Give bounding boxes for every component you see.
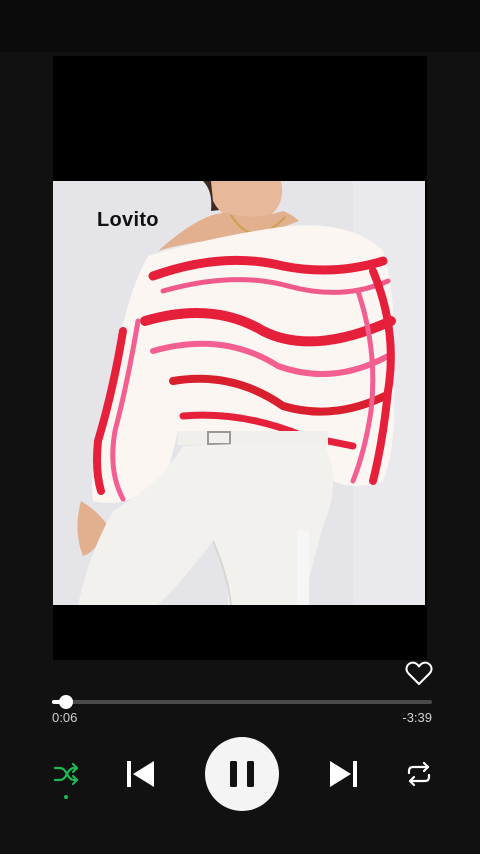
brand-watermark: Lovito [97, 209, 159, 231]
next-button[interactable] [326, 756, 360, 792]
player-screen: Lovito 0:06 -3:39 [0, 0, 480, 854]
status-bar [0, 0, 480, 52]
remaining-time: -3:39 [402, 710, 432, 725]
repeat-button[interactable] [404, 760, 434, 788]
skip-previous-icon [127, 761, 154, 787]
favorite-button[interactable] [404, 658, 434, 688]
play-pause-button[interactable] [205, 737, 279, 811]
progress-bar[interactable] [52, 695, 432, 709]
progress-thumb[interactable] [59, 695, 73, 709]
previous-button[interactable] [124, 756, 158, 792]
shuffle-icon [53, 762, 79, 786]
skip-next-icon [330, 761, 357, 787]
blouse-photo [53, 181, 425, 605]
heart-outline-icon [405, 661, 433, 685]
artwork-image: Lovito [53, 181, 425, 605]
shuffle-active-indicator [64, 795, 68, 799]
pause-icon [230, 761, 254, 787]
repeat-icon [407, 761, 431, 787]
elapsed-time: 0:06 [52, 710, 78, 725]
shuffle-button[interactable] [52, 760, 80, 788]
